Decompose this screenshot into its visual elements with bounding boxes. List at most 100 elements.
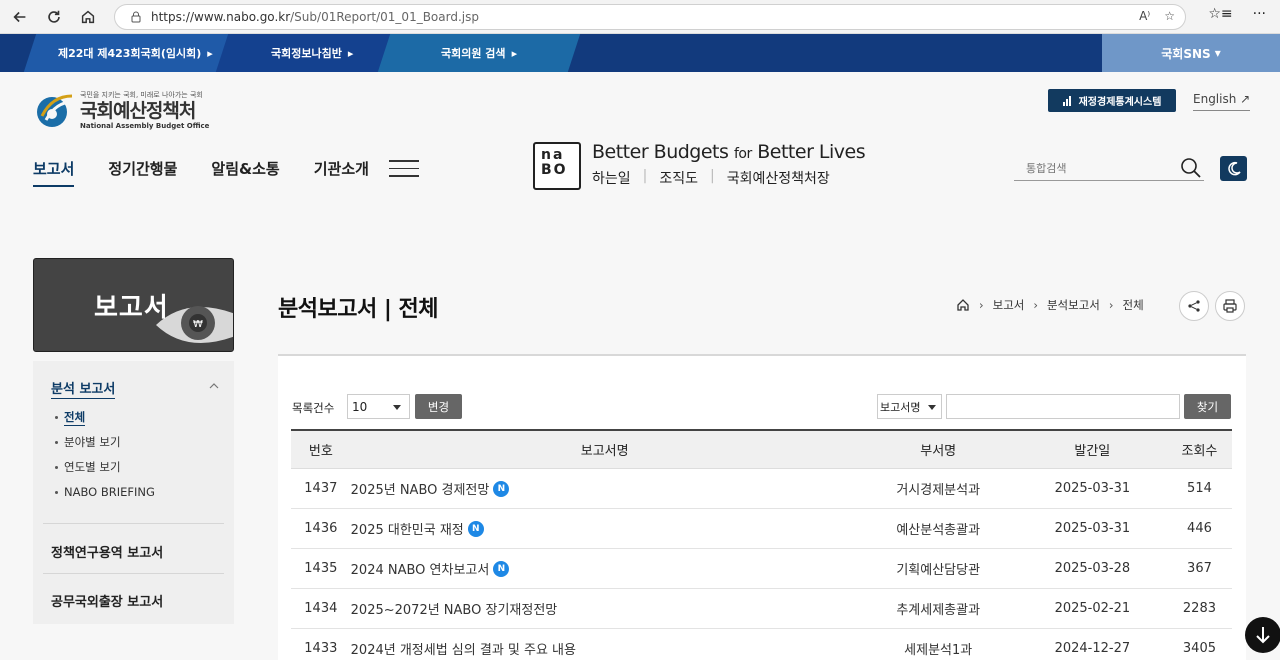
nabo-logo-line2: BO bbox=[541, 162, 568, 178]
row-number: 1436 bbox=[304, 521, 338, 536]
caret-down-icon bbox=[393, 405, 401, 410]
col-views: 조회수 bbox=[1181, 444, 1218, 459]
row-title-cell: 2025~2072년 NABO 장기재정전망 bbox=[351, 599, 859, 618]
home-icon[interactable] bbox=[956, 298, 970, 312]
row-dept: 세제분석1과 bbox=[904, 643, 973, 658]
search-icon[interactable] bbox=[1180, 157, 1202, 179]
sidebar-item-all[interactable]: 전체 bbox=[55, 409, 86, 426]
row-title-cell: 2024 NABO 연차보고서 N bbox=[351, 559, 859, 578]
table-row[interactable]: 1435 2024 NABO 연차보고서 N 기획예산담당관 2025-03-28 367 bbox=[291, 549, 1232, 589]
chevron-right-icon: ▸ bbox=[206, 46, 213, 60]
row-title-cell: 2025 대한민국 재정 N bbox=[351, 519, 859, 538]
sub-links: 하는일 | 조직도 | 국회예산정책처장 bbox=[592, 168, 830, 188]
page-title: 분석보고서 | 전체 bbox=[278, 297, 439, 322]
scroll-down-button[interactable] bbox=[1245, 617, 1280, 653]
browser-toolbar: https://www.nabo.go.kr/Sub/01Report/01_0… bbox=[0, 0, 1280, 34]
favorite-star-icon[interactable]: ☆ bbox=[1164, 9, 1175, 23]
breadcrumb: › 보고서 › 분석보고서 › 전체 bbox=[956, 297, 1144, 313]
moon-icon bbox=[1227, 161, 1241, 175]
link-organization[interactable]: 조직도 bbox=[659, 168, 698, 188]
refresh-icon[interactable] bbox=[40, 3, 68, 31]
change-button[interactable]: 변경 bbox=[415, 394, 462, 419]
nav-notice[interactable]: 알림&소통 bbox=[211, 158, 279, 187]
address-bar[interactable]: https://www.nabo.go.kr/Sub/01Report/01_0… bbox=[114, 4, 1186, 30]
link-director[interactable]: 국회예산정책처장 bbox=[727, 168, 830, 188]
hamburger-menu-icon[interactable] bbox=[389, 160, 419, 178]
main-nav: 보고서 정기간행물 알림&소통 기관소개 bbox=[33, 158, 369, 187]
url-path: /Sub/01Report/01_01_Board.jsp bbox=[290, 10, 479, 24]
report-title-link[interactable]: 2024년 개정세법 심의 결과 및 주요 내용 bbox=[351, 639, 576, 658]
url-host: https://www.nabo.go.kr bbox=[151, 10, 291, 24]
share-icon bbox=[1188, 300, 1200, 312]
sidebar-item-overseas-trip[interactable]: 공무국외출장 보고서 bbox=[51, 591, 163, 610]
sns-dropdown[interactable]: 국회SNS ▾ bbox=[1102, 34, 1280, 72]
chevron-right-icon: ▸ bbox=[511, 46, 518, 60]
english-link[interactable]: English ↗ bbox=[1193, 92, 1251, 111]
row-date: 2024-12-27 bbox=[1054, 641, 1131, 656]
svg-text:₩: ₩ bbox=[193, 319, 203, 330]
sidebar-item-nabo-briefing[interactable]: NABO BRIEFING bbox=[55, 485, 155, 499]
col-dept: 부서명 bbox=[920, 444, 957, 459]
row-dept: 기획예산담당관 bbox=[896, 563, 981, 578]
link-what-we-do[interactable]: 하는일 bbox=[592, 168, 631, 188]
nav-about[interactable]: 기관소개 bbox=[314, 158, 369, 187]
stats-system-button[interactable]: 재정경제통계시스템 bbox=[1048, 89, 1176, 112]
caret-down-icon: ▾ bbox=[1214, 46, 1221, 60]
nabo-logo[interactable]: na BO bbox=[533, 142, 581, 190]
count-label: 목록건수 bbox=[292, 401, 335, 415]
table-row[interactable]: 1433 2024년 개정세법 심의 결과 및 주요 내용 세제분석1과 2024-1… bbox=[291, 629, 1232, 660]
back-icon[interactable] bbox=[6, 3, 34, 31]
member-search-link[interactable]: 국회의원 검색 ▸ bbox=[377, 34, 581, 72]
search-input[interactable] bbox=[1014, 162, 1164, 175]
breadcrumb-reports[interactable]: 보고서 bbox=[993, 297, 1025, 313]
chevron-up-icon[interactable] bbox=[209, 381, 219, 391]
sidebar-menu: 분석 보고서 전체 분야별 보기 연도별 보기 NABO BRIEFING 정책… bbox=[33, 361, 234, 624]
tagline: Better Budgets for Better Lives bbox=[592, 141, 866, 163]
sidebar-hero-title: 보고서 bbox=[94, 293, 169, 323]
share-button[interactable] bbox=[1179, 291, 1209, 321]
report-table: 번호 보고서명 부서명 발간일 조회수 1437 2025년 NABO 경제전망 N… bbox=[291, 429, 1232, 660]
print-button[interactable] bbox=[1215, 291, 1245, 321]
report-title-link[interactable]: 2024 NABO 연차보고서 bbox=[351, 559, 490, 578]
more-icon[interactable]: ··· bbox=[1253, 6, 1266, 22]
report-search-input[interactable] bbox=[946, 394, 1180, 419]
table-row[interactable]: 1437 2025년 NABO 경제전망 N 거시경제분석과 2025-03-31 514 bbox=[291, 469, 1232, 509]
logo-title: 국회예산정책처 bbox=[80, 100, 196, 122]
nav-periodicals[interactable]: 정기간행물 bbox=[108, 158, 177, 187]
col-title: 보고서명 bbox=[580, 444, 629, 459]
sidebar-hero: ₩ 보고서 bbox=[33, 258, 234, 352]
row-number: 1435 bbox=[304, 561, 338, 576]
sidebar-item-by-field[interactable]: 분야별 보기 bbox=[55, 434, 121, 450]
row-date: 2025-03-31 bbox=[1054, 521, 1131, 536]
sidebar-group-analysis[interactable]: 분석 보고서 bbox=[51, 378, 116, 399]
sidebar-item-by-year[interactable]: 연도별 보기 bbox=[55, 459, 121, 475]
count-select[interactable]: 10 bbox=[347, 394, 410, 419]
nav-reports[interactable]: 보고서 bbox=[33, 158, 75, 187]
row-dept: 거시경제분석과 bbox=[896, 483, 981, 498]
row-number: 1433 bbox=[304, 641, 338, 656]
sidebar-item-policy-research[interactable]: 정책연구용역 보고서 bbox=[51, 542, 163, 561]
favorites-icon[interactable]: ☆≡ bbox=[1208, 6, 1232, 22]
dark-mode-toggle[interactable] bbox=[1220, 156, 1247, 181]
logo-en: National Assembly Budget Office bbox=[80, 122, 210, 130]
row-dept: 예산분석총괄과 bbox=[896, 523, 981, 538]
read-aloud-icon[interactable]: A⁾ bbox=[1139, 9, 1150, 23]
table-row[interactable]: 1434 2025~2072년 NABO 장기재정전망 추계세제총괄과 2025-02… bbox=[291, 589, 1232, 629]
nabo-emblem-icon bbox=[37, 94, 73, 127]
breadcrumb-all: 전체 bbox=[1122, 298, 1144, 312]
report-title-link[interactable]: 2025 대한민국 재정 bbox=[351, 519, 464, 538]
report-title-link[interactable]: 2025년 NABO 경제전망 bbox=[351, 479, 490, 498]
row-views: 367 bbox=[1187, 561, 1212, 576]
find-button[interactable]: 찾기 bbox=[1184, 394, 1231, 419]
nabo-logo-line1: na bbox=[541, 147, 565, 163]
search-field-select[interactable]: 보고서명 bbox=[877, 394, 942, 419]
home-icon[interactable] bbox=[74, 3, 102, 31]
assembly-session-link[interactable]: 제22대 제423회국회(임시회) ▸ bbox=[23, 34, 247, 72]
row-views: 2283 bbox=[1182, 601, 1216, 616]
new-badge: N bbox=[467, 520, 484, 537]
breadcrumb-analysis[interactable]: 분석보고서 bbox=[1047, 297, 1100, 313]
external-arrow-icon: ↗ bbox=[1240, 92, 1251, 106]
site-logo[interactable]: 국민을 지키는 국회, 미래로 나아가는 국회 국회예산정책처 National… bbox=[34, 90, 209, 130]
table-row[interactable]: 1436 2025 대한민국 재정 N 예산분석총괄과 2025-03-31 446 bbox=[291, 509, 1232, 549]
report-title-link[interactable]: 2025~2072년 NABO 장기재정전망 bbox=[351, 599, 558, 618]
